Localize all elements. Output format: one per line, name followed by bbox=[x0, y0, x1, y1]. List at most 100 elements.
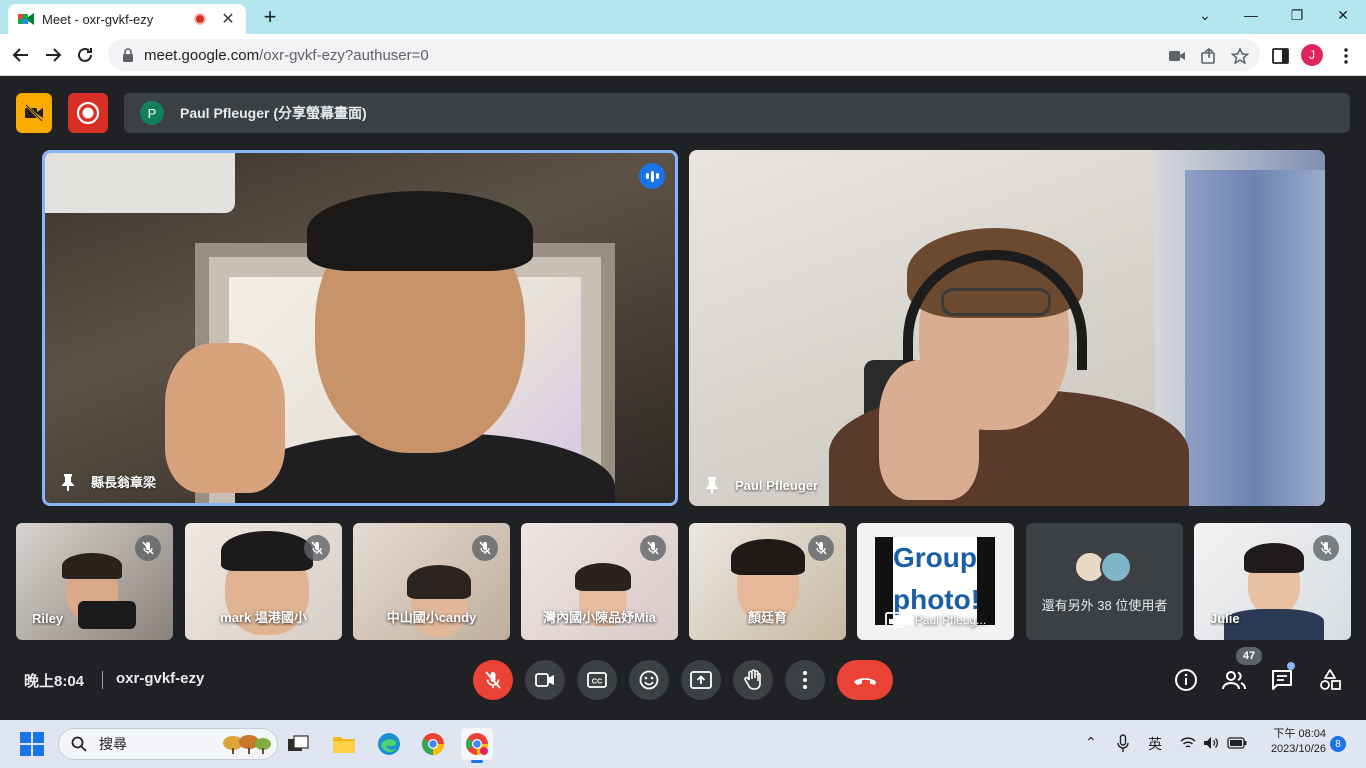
activities-shapes-icon bbox=[1320, 669, 1341, 690]
address-bar[interactable]: meet.google.com/oxr-gvkf-ezy?authuser=0 bbox=[108, 39, 1260, 71]
participant-thumb-yan[interactable]: 顏廷育 bbox=[689, 523, 846, 640]
people-icon bbox=[1222, 671, 1246, 690]
video-camera-icon bbox=[535, 673, 554, 687]
screen-share-thumb[interactable]: Group photo! Paul Pfleug... bbox=[857, 523, 1014, 640]
close-window-button[interactable]: ✕ bbox=[1320, 0, 1366, 30]
windows-start-button[interactable] bbox=[20, 732, 44, 756]
minimize-window-button[interactable]: — bbox=[1228, 0, 1274, 30]
reload-icon bbox=[78, 47, 92, 62]
participant-name: Julie bbox=[1210, 611, 1240, 626]
camera-toggle-button[interactable] bbox=[525, 660, 565, 700]
input-method-indicator[interactable]: 英 bbox=[1148, 734, 1162, 754]
chrome-icon bbox=[466, 733, 488, 755]
tile-video-thumbs-up bbox=[879, 360, 979, 500]
meeting-details-button[interactable] bbox=[1172, 666, 1200, 694]
participant-name: 顏廷育 bbox=[747, 610, 787, 625]
tab-search-chevron-icon[interactable]: ⌄ bbox=[1182, 0, 1228, 30]
raise-hand-icon bbox=[744, 669, 761, 690]
forward-arrow-icon bbox=[46, 48, 62, 62]
record-icon bbox=[76, 101, 100, 125]
mic-off-icon bbox=[472, 535, 498, 561]
raise-hand-button[interactable] bbox=[733, 660, 773, 700]
participant-name: 縣長翁章梁 bbox=[91, 475, 157, 490]
svg-text:CC: CC bbox=[592, 677, 603, 686]
leave-call-button[interactable] bbox=[837, 660, 893, 700]
more-options-icon[interactable] bbox=[1337, 48, 1355, 64]
other-participants-tile[interactable]: 還有另外 38 位使用者 bbox=[1026, 523, 1183, 640]
wifi-icon[interactable] bbox=[1180, 736, 1196, 750]
people-button[interactable] bbox=[1220, 666, 1248, 694]
participant-name: 灣內國小陳品妤Mia bbox=[543, 610, 656, 625]
profile-avatar[interactable]: J bbox=[1301, 44, 1323, 66]
file-explorer-button[interactable] bbox=[328, 728, 360, 760]
presenter-banner: P Paul Pfleuger (分享螢幕畫面) bbox=[124, 93, 1350, 133]
more-vertical-icon bbox=[803, 671, 807, 689]
pin-icon[interactable] bbox=[705, 476, 719, 494]
url-host: meet.google.com bbox=[144, 46, 260, 64]
participant-thumb-mia[interactable]: 灣內國小陳品妤Mia bbox=[521, 523, 678, 640]
speaking-indicator-icon bbox=[639, 163, 665, 189]
mic-off-icon bbox=[135, 535, 161, 561]
captions-button[interactable]: CC bbox=[577, 660, 617, 700]
microphone-tray-icon[interactable] bbox=[1116, 734, 1130, 754]
camera-in-use-icon[interactable] bbox=[1168, 48, 1186, 64]
participant-thumb-julie[interactable]: Julie bbox=[1194, 523, 1351, 640]
lock-icon bbox=[123, 48, 133, 62]
edge-browser-button[interactable] bbox=[373, 728, 405, 760]
edge-icon bbox=[378, 733, 400, 755]
pin-icon[interactable] bbox=[61, 473, 75, 491]
activities-button[interactable] bbox=[1316, 666, 1344, 694]
taskbar-search[interactable]: 搜尋 bbox=[58, 728, 278, 760]
reactions-button[interactable] bbox=[629, 660, 669, 700]
microphone-toggle-button[interactable] bbox=[473, 660, 513, 700]
participant-tile-main-2[interactable]: Paul Pfleuger bbox=[689, 150, 1325, 506]
share-icon[interactable] bbox=[1200, 48, 1218, 64]
battery-icon[interactable] bbox=[1227, 737, 1247, 749]
participant-tile-main-1[interactable]: 縣長翁章梁 bbox=[42, 150, 678, 506]
reload-button[interactable] bbox=[72, 42, 98, 68]
notification-count-badge[interactable]: 8 bbox=[1330, 736, 1346, 752]
search-icon bbox=[71, 736, 87, 752]
browser-tab-meet[interactable]: Meet - oxr-gvkf-ezy ✕ bbox=[8, 4, 246, 34]
recording-button[interactable] bbox=[68, 93, 108, 133]
participant-thumb-riley[interactable]: Riley bbox=[16, 523, 173, 640]
info-icon bbox=[1175, 669, 1197, 691]
participant-thumb-mark[interactable]: mark 塭港國小 bbox=[185, 523, 342, 640]
meeting-clock: 晚上8:04 bbox=[24, 673, 85, 690]
footer-divider bbox=[102, 671, 103, 689]
side-panel-icon[interactable] bbox=[1272, 48, 1290, 64]
bookmark-star-icon[interactable] bbox=[1231, 48, 1249, 64]
mic-off-icon bbox=[304, 535, 330, 561]
restore-window-button[interactable]: ❐ bbox=[1274, 0, 1320, 30]
chat-button[interactable] bbox=[1268, 666, 1296, 694]
present-now-button[interactable] bbox=[681, 660, 721, 700]
participant-count-badge: 47 bbox=[1236, 647, 1262, 665]
tab-close-icon[interactable]: ✕ bbox=[220, 9, 236, 29]
chrome-button[interactable] bbox=[417, 728, 449, 760]
task-view-icon bbox=[288, 735, 309, 751]
show-hidden-icons-button[interactable]: ⌃ bbox=[1085, 734, 1097, 751]
tile-video-glasses bbox=[941, 288, 1051, 316]
system-date: 2023/10/26 bbox=[1270, 743, 1326, 755]
new-tab-button[interactable]: + bbox=[258, 4, 282, 30]
chrome-profile-button[interactable] bbox=[461, 728, 493, 763]
tab-title: Meet - oxr-gvkf-ezy bbox=[42, 11, 154, 27]
url-path: /oxr-gvkf-ezy?authuser=0 bbox=[259, 46, 429, 64]
volume-icon[interactable] bbox=[1203, 736, 1219, 750]
system-time: 下午 08:04 bbox=[1273, 728, 1326, 740]
tile-video-background bbox=[45, 153, 235, 213]
forward-button[interactable] bbox=[40, 42, 66, 68]
tile-video-person-hair bbox=[307, 191, 533, 271]
other-participants-avatars bbox=[1074, 551, 1132, 583]
task-view-button[interactable] bbox=[282, 728, 314, 760]
participant-thumb-candy[interactable]: 中山國小candy bbox=[353, 523, 510, 640]
participant-name: Riley bbox=[32, 611, 64, 626]
system-clock[interactable]: 下午 08:04 2023/10/26 bbox=[1262, 727, 1326, 757]
back-button[interactable] bbox=[8, 42, 34, 68]
folder-icon bbox=[333, 737, 355, 753]
mic-off-icon bbox=[485, 671, 501, 689]
camera-off-warning-button[interactable] bbox=[16, 93, 52, 133]
chat-icon bbox=[1272, 670, 1292, 690]
presenter-avatar: P bbox=[140, 101, 164, 125]
more-options-button[interactable] bbox=[785, 660, 825, 700]
